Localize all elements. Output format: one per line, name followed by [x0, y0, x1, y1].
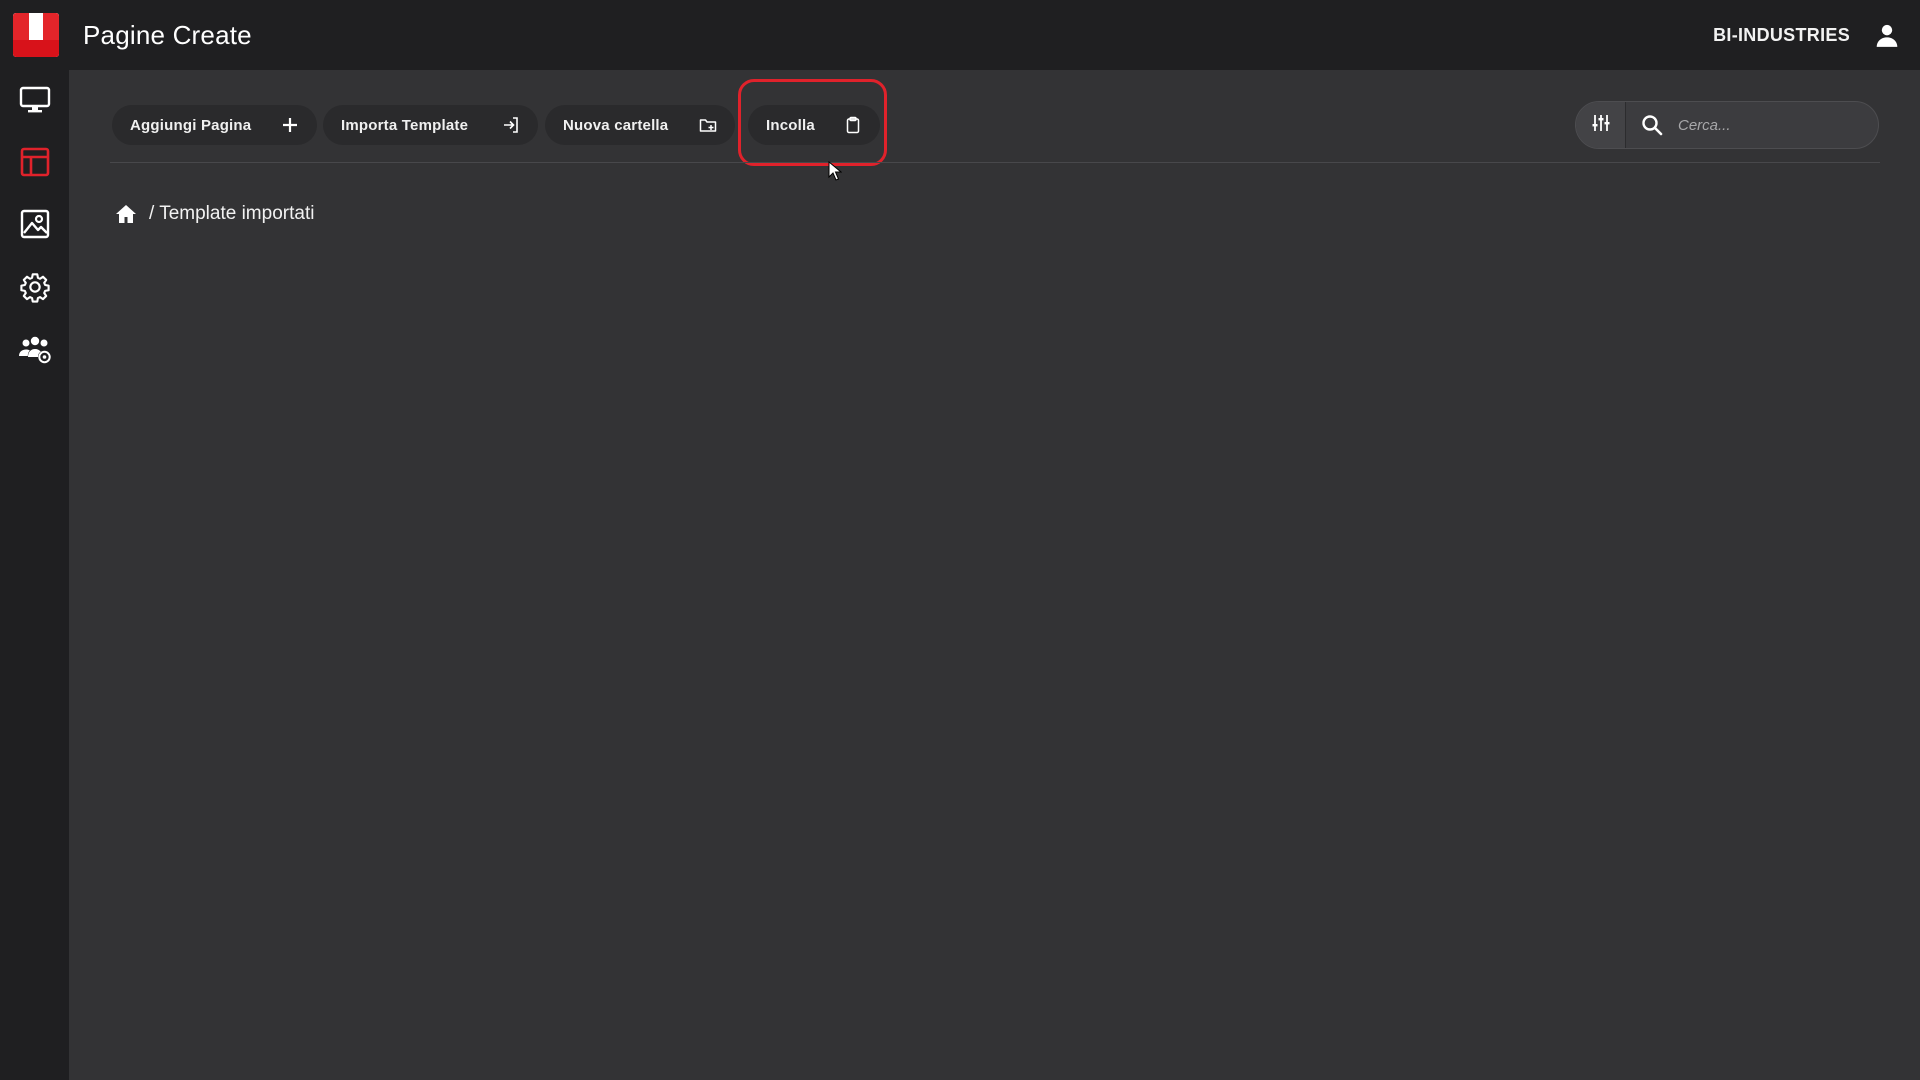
image-icon — [20, 209, 50, 244]
clipboard-icon — [844, 116, 862, 134]
users-gear-icon — [18, 335, 52, 370]
filter-button[interactable] — [1576, 102, 1626, 148]
paste-label: Incolla — [766, 116, 815, 134]
user-icon[interactable] — [1874, 22, 1900, 48]
import-template-label: Importa Template — [341, 116, 469, 134]
mouse-cursor-icon — [828, 160, 843, 181]
paste-button[interactable]: Incolla — [748, 105, 880, 145]
sidebar-item-images[interactable] — [0, 200, 69, 252]
import-template-button[interactable]: Importa Template — [323, 105, 538, 145]
page-title: Pagine Create — [83, 20, 252, 50]
add-page-label: Aggiungi Pagina — [130, 116, 252, 134]
sliders-icon — [1591, 113, 1611, 138]
sidebar-item-users[interactable] — [0, 326, 69, 378]
import-icon — [502, 116, 520, 134]
breadcrumb: / Template importati — [115, 200, 314, 228]
sidebar-item-settings[interactable] — [0, 263, 69, 315]
sidebar — [0, 70, 69, 1080]
new-folder-button[interactable]: Nuova cartella — [545, 105, 735, 145]
plus-icon — [281, 116, 299, 134]
breadcrumb-path[interactable]: / Template importati — [149, 203, 314, 225]
new-folder-label: Nuova cartella — [563, 116, 669, 134]
monitor-icon — [19, 86, 51, 119]
add-page-button[interactable]: Aggiungi Pagina — [112, 105, 317, 145]
folder-plus-icon — [699, 116, 717, 134]
search-bar — [1575, 101, 1879, 149]
top-bar: Pagine Create BI-INDUSTRIES — [0, 0, 1920, 70]
home-icon[interactable] — [115, 203, 137, 225]
sidebar-item-layout[interactable] — [0, 138, 69, 190]
search-input[interactable] — [1678, 105, 1858, 145]
gear-icon — [19, 271, 51, 308]
sidebar-item-monitor[interactable] — [0, 76, 69, 128]
layout-icon — [20, 147, 50, 182]
organization-name[interactable]: BI-INDUSTRIES — [1713, 25, 1850, 46]
app-logo[interactable] — [13, 13, 59, 57]
toolbar-divider — [110, 162, 1880, 163]
search-icon — [1626, 102, 1678, 148]
